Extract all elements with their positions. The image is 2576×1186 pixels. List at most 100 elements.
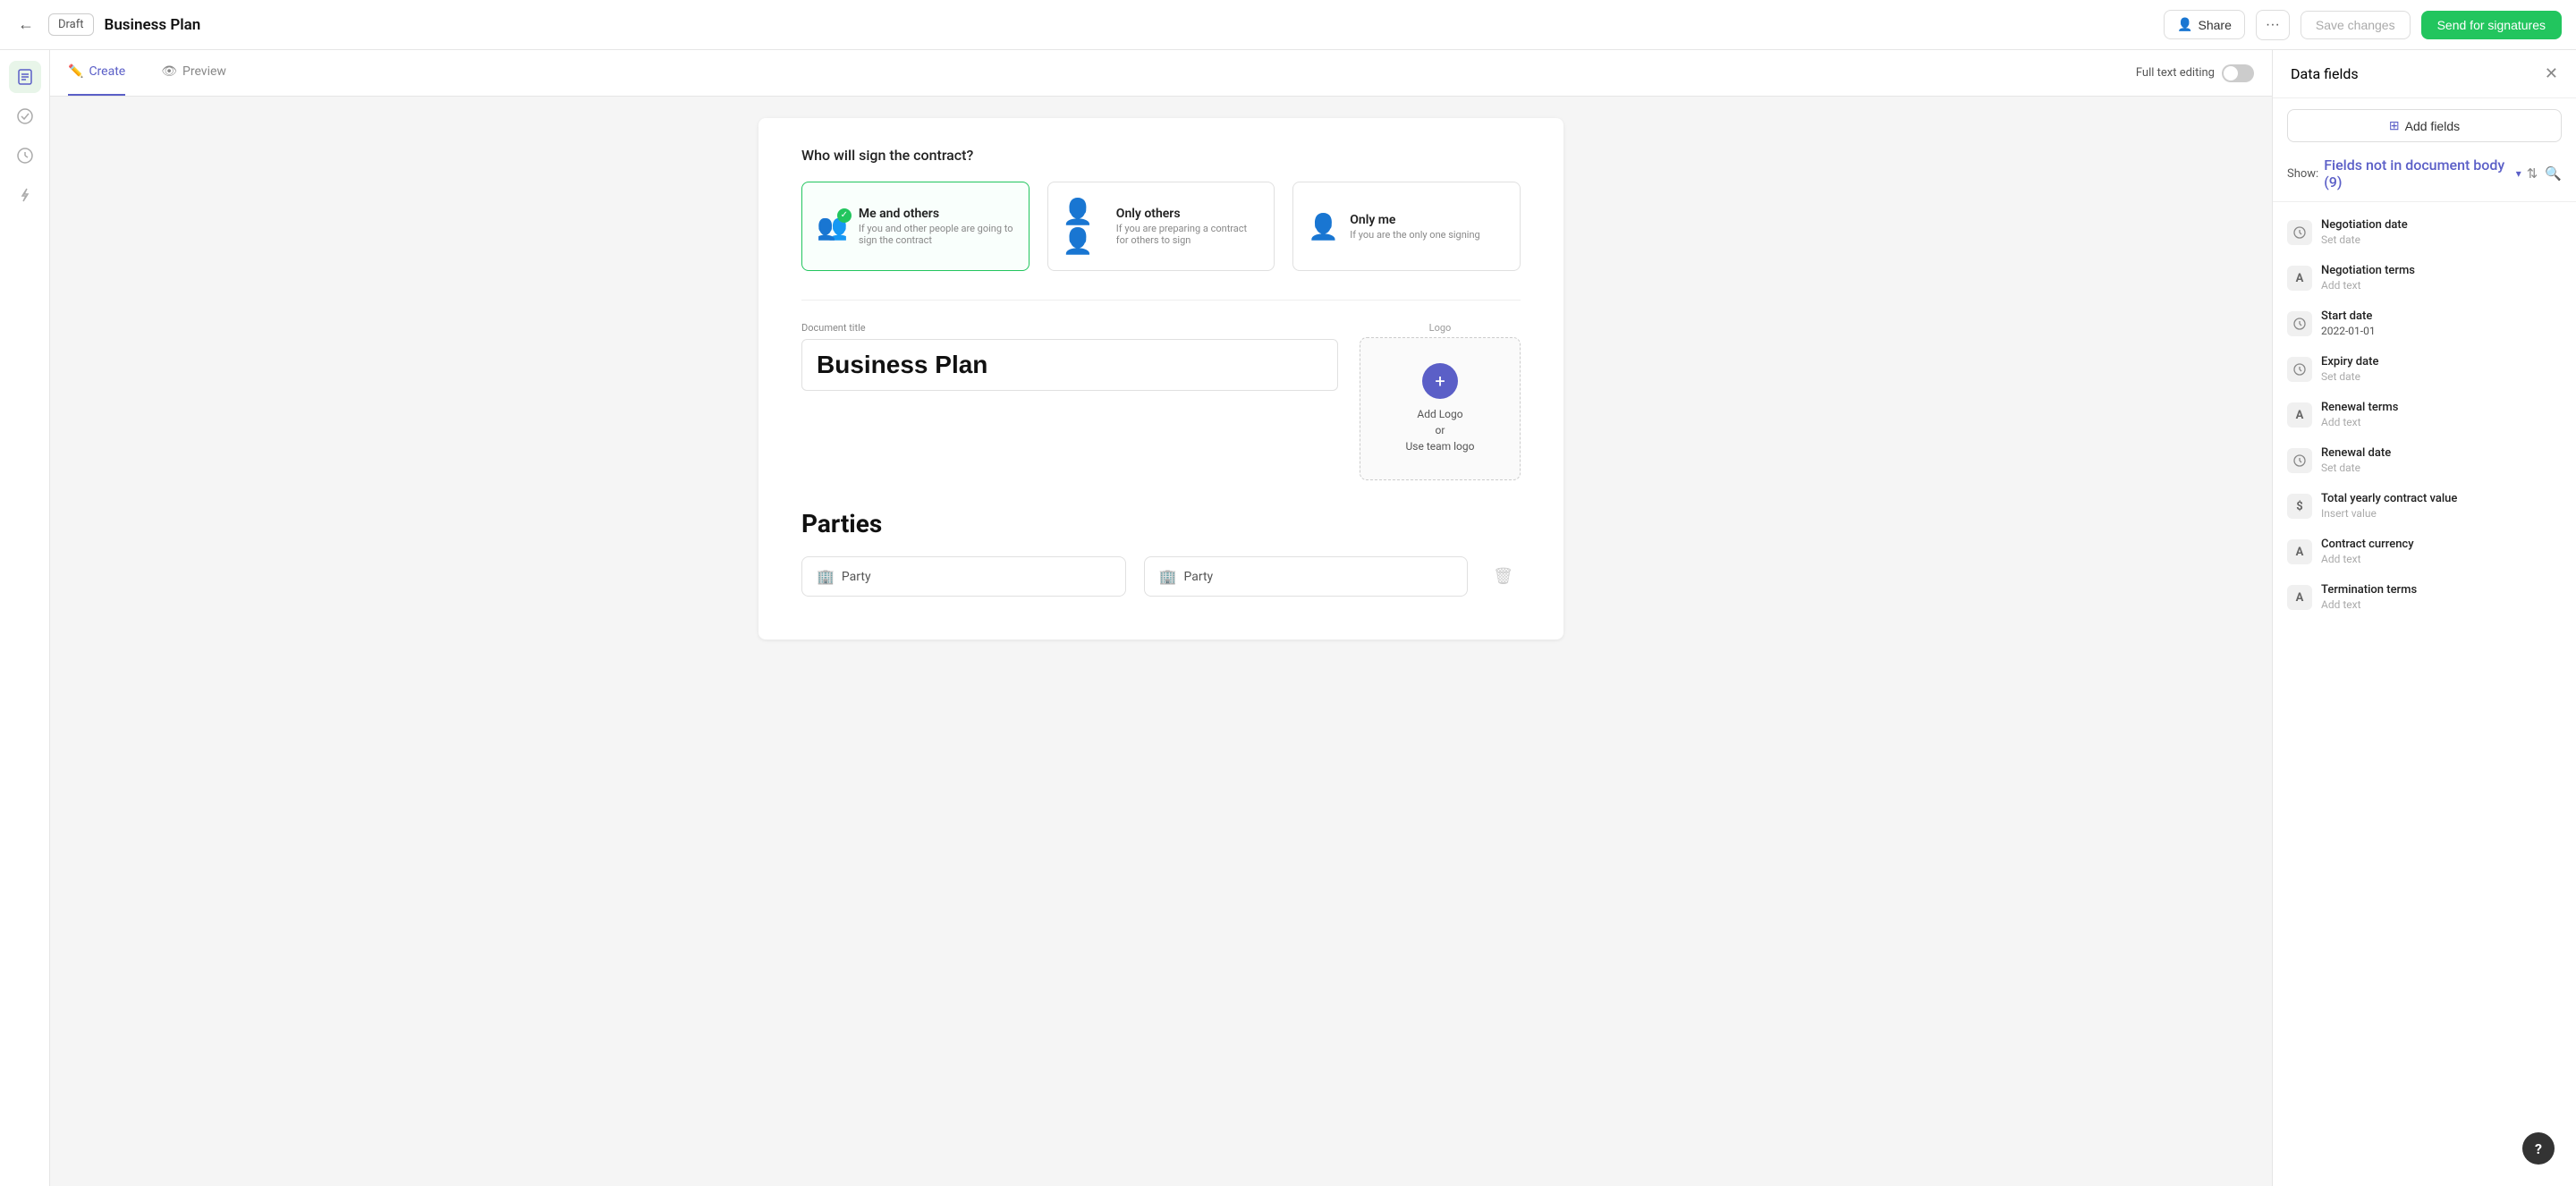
field-icon: [2287, 220, 2312, 245]
sidebar-icon-document[interactable]: [9, 61, 41, 93]
back-button[interactable]: ←: [14, 12, 38, 38]
draft-badge: Draft: [48, 13, 94, 36]
full-text-editing-toggle: Full text editing: [2136, 64, 2254, 82]
field-item[interactable]: A Negotiation terms Add text: [2273, 255, 2576, 301]
share-button[interactable]: 👤 Share: [2164, 10, 2245, 39]
signer-me-and-others-icon: 👥 ✓: [817, 212, 848, 241]
section-divider: [801, 300, 1521, 301]
document-title: Business Plan: [105, 16, 2154, 34]
signer-me-and-others-title: Me and others: [859, 207, 1014, 221]
create-label: Create: [89, 64, 125, 79]
field-content: Expiry date Set date: [2321, 355, 2562, 383]
parties-row: 🏢 Party 🏢 Party 🗑: [801, 556, 1521, 597]
signer-option-only-others[interactable]: 👤👤 Only others If you are preparing a co…: [1047, 182, 1275, 271]
field-item[interactable]: Negotiation date Set date: [2273, 209, 2576, 255]
sidebar-icon-bolt[interactable]: [9, 179, 41, 211]
field-value: Add text: [2321, 279, 2562, 292]
save-changes-button[interactable]: Save changes: [2301, 11, 2411, 39]
field-name: Negotiation terms: [2321, 264, 2562, 277]
panel-title: Data fields: [2291, 65, 2359, 82]
field-item[interactable]: Expiry date Set date: [2273, 346, 2576, 392]
more-button[interactable]: ···: [2256, 10, 2290, 40]
field-icon: A: [2287, 585, 2312, 610]
field-value: Add text: [2321, 598, 2562, 611]
field-content: Renewal terms Add text: [2321, 401, 2562, 428]
field-content: Renewal date Set date: [2321, 446, 2562, 474]
logo-upload-area[interactable]: + Add LogoorUse team logo: [1360, 337, 1521, 480]
field-icon: [2287, 357, 2312, 382]
people-icon: 👤👤: [1063, 197, 1094, 256]
signer-only-me-text: Only me If you are the only one signing: [1350, 213, 1480, 241]
party2-label: Party: [1184, 570, 1214, 584]
delete-party-button[interactable]: 🗑: [1486, 560, 1521, 593]
share-icon: 👤: [2177, 17, 2192, 32]
signer-option-only-me[interactable]: 👤 Only me If you are the only one signin…: [1292, 182, 1521, 271]
field-name: Expiry date: [2321, 355, 2562, 369]
field-icon: A: [2287, 266, 2312, 291]
parties-section: Parties 🏢 Party 🏢 Party 🗑: [801, 509, 1521, 597]
signer-only-others-desc: If you are preparing a contract for othe…: [1116, 223, 1260, 246]
signer-only-me-icon: 👤: [1308, 212, 1339, 241]
field-item[interactable]: A Termination terms Add text: [2273, 574, 2576, 620]
fields-list: Negotiation date Set date A Negotiation …: [2273, 202, 2576, 1186]
signer-only-others-title: Only others: [1116, 207, 1260, 221]
field-item[interactable]: Start date 2022-01-01: [2273, 301, 2576, 346]
party2-icon: 🏢: [1159, 568, 1177, 585]
filter-search-icon[interactable]: 🔍: [2545, 165, 2562, 182]
document-area: Who will sign the contract? 👥 ✓ Me and o…: [758, 118, 1563, 640]
filter-prefix: Show:: [2287, 167, 2318, 181]
field-item[interactable]: Renewal date Set date: [2273, 437, 2576, 483]
signer-only-others-text: Only others If you are preparing a contr…: [1116, 207, 1260, 246]
field-value: Set date: [2321, 233, 2562, 246]
doc-title-label: Document title: [801, 322, 1338, 334]
signer-only-others-icon: 👤👤: [1063, 197, 1106, 256]
logo-add-button[interactable]: +: [1422, 363, 1458, 399]
help-button[interactable]: ?: [2522, 1132, 2555, 1165]
field-name: Start date: [2321, 309, 2562, 323]
field-content: Total yearly contract value Insert value: [2321, 492, 2562, 520]
right-panel: Data fields ✕ ⊞ Add fields Show: Fields …: [2272, 50, 2576, 1186]
sidebar-icon-check[interactable]: [9, 100, 41, 132]
signer-only-me-desc: If you are the only one signing: [1350, 229, 1480, 241]
signer-options: 👥 ✓ Me and others If you and other peopl…: [801, 182, 1521, 271]
field-value: Add text: [2321, 416, 2562, 428]
field-item[interactable]: A Contract currency Add text: [2273, 529, 2576, 574]
signer-me-and-others-desc: If you and other people are going to sig…: [859, 223, 1014, 246]
preview-label: Preview: [182, 64, 226, 79]
close-panel-button[interactable]: ✕: [2545, 64, 2558, 83]
sidebar-icon-clock[interactable]: [9, 140, 41, 172]
main-layout: ✏️ Create 👁 Preview Full text editing Wh…: [0, 50, 2576, 1186]
filter-chevron-icon[interactable]: ▾: [2516, 167, 2521, 180]
doc-header-area: Document title Logo + Add LogoorUse team…: [801, 322, 1521, 480]
field-content: Contract currency Add text: [2321, 538, 2562, 565]
party-card-2[interactable]: 🏢 Party: [1144, 556, 1469, 597]
panel-header: Data fields ✕: [2273, 50, 2576, 98]
selected-check-badge: ✓: [837, 208, 852, 223]
field-icon: A: [2287, 402, 2312, 428]
add-fields-button[interactable]: ⊞ Add fields: [2287, 109, 2562, 142]
tab-preview[interactable]: 👁 Preview: [161, 50, 226, 96]
filter-sort-icon[interactable]: ⇅: [2527, 165, 2538, 182]
field-content: Termination terms Add text: [2321, 583, 2562, 611]
tab-create[interactable]: ✏️ Create: [68, 50, 125, 96]
filter-value[interactable]: Fields not in document body (9): [2324, 157, 2510, 191]
field-icon: A: [2287, 539, 2312, 564]
signer-option-me-and-others[interactable]: 👥 ✓ Me and others If you and other peopl…: [801, 182, 1030, 271]
signer-only-me-title: Only me: [1350, 213, 1480, 227]
signer-me-and-others-text: Me and others If you and other people ar…: [859, 207, 1014, 246]
field-item[interactable]: $ Total yearly contract value Insert val…: [2273, 483, 2576, 529]
field-name: Renewal terms: [2321, 401, 2562, 414]
send-for-signatures-button[interactable]: Send for signatures: [2421, 11, 2562, 39]
left-sidebar: [0, 50, 50, 1186]
signers-question: Who will sign the contract?: [801, 147, 1521, 164]
party1-icon: 🏢: [817, 568, 835, 585]
full-text-editing-switch[interactable]: [2222, 64, 2254, 82]
field-item[interactable]: A Renewal terms Add text: [2273, 392, 2576, 437]
party-card-1[interactable]: 🏢 Party: [801, 556, 1126, 597]
full-text-editing-label: Full text editing: [2136, 66, 2215, 80]
field-name: Renewal date: [2321, 446, 2562, 460]
doc-title-input[interactable]: [801, 339, 1338, 391]
party1-label: Party: [842, 570, 871, 584]
create-icon: ✏️: [68, 64, 83, 79]
more-icon: ···: [2266, 17, 2280, 32]
